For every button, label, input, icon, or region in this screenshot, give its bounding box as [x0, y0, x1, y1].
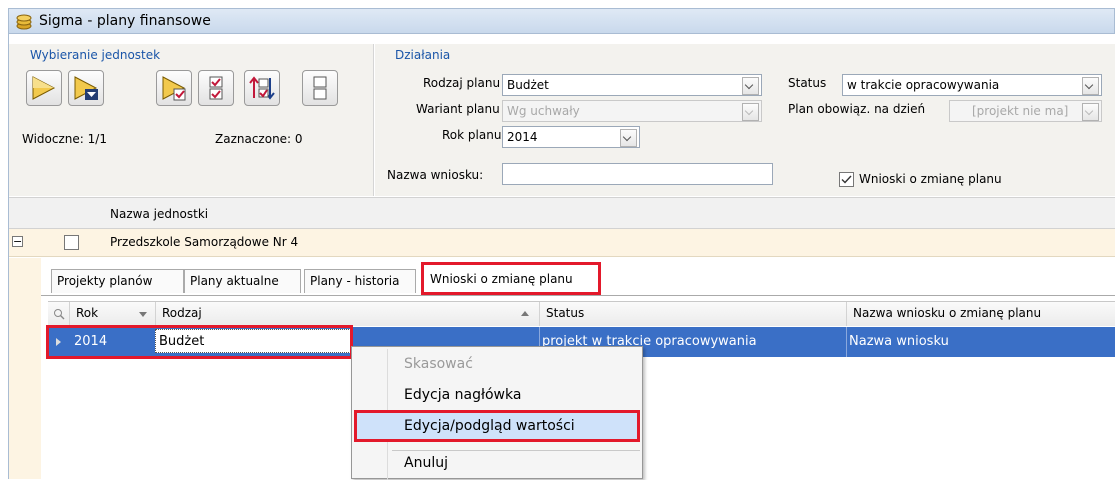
status-select[interactable]: w trakcie opracowywania — [842, 74, 1102, 96]
select-all-button[interactable] — [198, 70, 234, 106]
menu-item-edit-header[interactable]: Edycja nagłówka — [404, 387, 521, 403]
change-requests-checkbox[interactable] — [839, 172, 854, 187]
window-titlebar: Sigma - plany finansowe — [8, 8, 1115, 34]
sort-ascending-icon — [521, 311, 529, 316]
search-icon — [54, 309, 65, 320]
window-title: Sigma - plany finansowe — [39, 13, 211, 29]
row-highlight-box — [46, 325, 353, 359]
invert-selection-icon — [249, 76, 275, 100]
chevron-down-icon — [742, 103, 759, 121]
invert-selection-button[interactable] — [244, 70, 280, 106]
unit-row[interactable]: − Przedszkole Samorządowe Nr 4 — [8, 229, 1115, 257]
request-name-input[interactable] — [502, 163, 773, 185]
unit-selection-panel: Wybieranie jednostek Widoczne: 1/1 Zazna… — [8, 44, 374, 196]
col-header-nazwa-label: Nazwa wniosku o zmianę planu — [853, 306, 1042, 320]
year-select[interactable]: 2014 — [502, 126, 640, 148]
year-label: Rok planu — [442, 128, 502, 142]
col-header-rok[interactable]: Rok — [70, 302, 156, 326]
tab-projects[interactable]: Projekty planów — [51, 269, 184, 293]
col-header-rok-label: Rok — [76, 306, 99, 320]
filter-checked-button[interactable] — [156, 70, 192, 106]
variant-label: Wariant planu — [416, 102, 500, 116]
check-icon — [841, 175, 852, 184]
unit-name: Przedszkole Samorządowe Nr 4 — [110, 235, 299, 249]
units-grid-header: Nazwa jednostki — [8, 197, 1115, 229]
filter-dropdown-icon[interactable] — [139, 312, 147, 317]
context-menu: Skasować Edycja nagłówka Edycja/podgląd … — [351, 346, 643, 480]
actions-title: Działania — [395, 48, 451, 62]
plan-binding-label: Plan obowiąz. na dzień — [788, 102, 926, 116]
col-header-rodzaj-label: Rodzaj — [162, 306, 202, 320]
tab-change-requests[interactable]: Wnioski o zmianę planu — [421, 262, 601, 295]
menu-item-cancel[interactable]: Anuluj — [404, 455, 448, 471]
menu-item-edit-values-label: Edycja/podgląd wartości — [404, 418, 575, 434]
unit-row-checkbox[interactable] — [64, 235, 79, 250]
plan-type-label: Rodzaj planu — [423, 76, 501, 90]
tab-history-label: Plany - historia — [310, 274, 400, 288]
plan-type-select[interactable]: Budżet — [502, 74, 762, 96]
chevron-down-icon — [1082, 103, 1099, 121]
change-requests-label: Wnioski o zmianę planu — [859, 172, 1002, 186]
chevron-down-icon — [620, 129, 637, 147]
filter-dropdown-button[interactable] — [68, 70, 104, 106]
expand-collapse-icon[interactable]: − — [12, 236, 23, 247]
col-header-rodzaj[interactable]: Rodzaj — [156, 302, 540, 326]
col-header-status-label: Status — [546, 306, 585, 320]
actions-panel: Działania Rodzaj planu Budżet Wariant pl… — [375, 44, 1115, 196]
tab-current-plans-label: Plany aktualne — [190, 274, 279, 288]
col-header-status[interactable]: Status — [540, 302, 847, 326]
window-left-border — [8, 34, 9, 479]
menu-item-edit-values[interactable]: Edycja/podgląd wartości — [354, 410, 640, 442]
col-header-nazwa[interactable]: Nazwa wniosku o zmianę planu — [847, 302, 1115, 326]
deselect-all-button[interactable] — [302, 70, 338, 106]
funnel-check-icon — [162, 76, 186, 101]
status-label: Status — [788, 76, 827, 90]
year-value: 2014 — [507, 130, 538, 144]
visible-count: Widoczne: 1/1 — [22, 132, 107, 146]
variant-value: Wg uchwały — [507, 104, 580, 118]
funnel-down-icon — [74, 76, 98, 100]
status-value: w trakcie opracowywania — [847, 78, 1000, 92]
unit-selection-title: Wybieranie jednostek — [30, 48, 161, 62]
coins-app-icon — [16, 14, 32, 30]
tab-change-requests-label: Wnioski o zmianę planu — [430, 272, 573, 286]
cell-nazwa[interactable]: Nazwa wniosku — [849, 334, 949, 349]
units-column-header[interactable]: Nazwa jednostki — [110, 207, 208, 221]
left-gutter — [8, 258, 41, 479]
variant-select[interactable]: Wg uchwały — [502, 100, 762, 122]
request-name-label: Nazwa wniosku: — [387, 168, 484, 182]
menu-item-delete[interactable]: Skasować — [404, 356, 473, 372]
selected-count: Zaznaczone: 0 — [215, 132, 303, 146]
tab-history[interactable]: Plany - historia — [304, 269, 416, 293]
empty-checklist-icon — [313, 76, 327, 100]
plan-binding-value: [projekt nie ma] — [972, 104, 1069, 118]
tab-current-plans[interactable]: Plany aktualne — [184, 269, 301, 293]
tab-projects-label: Projekty planów — [57, 274, 153, 288]
checklist-icon — [209, 76, 223, 100]
funnel-icon — [32, 76, 56, 100]
filter-button[interactable] — [26, 70, 62, 106]
plan-binding-select[interactable]: [projekt nie ma] — [949, 100, 1102, 122]
chevron-down-icon — [1082, 77, 1099, 95]
plan-type-value: Budżet — [507, 78, 549, 92]
chevron-down-icon — [742, 77, 759, 95]
search-column[interactable] — [48, 302, 70, 326]
plan-grid-header: Rok Rodzaj Status Nazwa wniosku o zmianę… — [48, 301, 1115, 326]
